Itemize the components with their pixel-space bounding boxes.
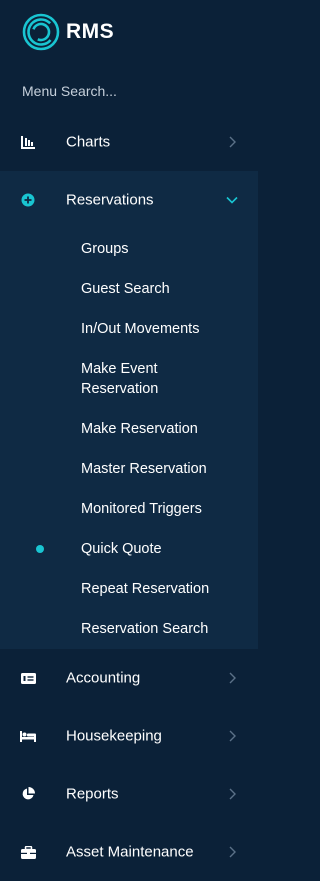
submenu-label: Make Reservation [81,421,198,437]
submenu-label: Reservation Search [81,621,209,637]
chevron-right-icon [226,672,238,684]
chevron-right-icon [226,136,238,148]
money-icon [20,670,36,686]
submenu-item-make-event-reservation[interactable]: Make Event Reservation [0,359,258,399]
submenu-label: Quick Quote [81,541,162,557]
nav-label-housekeeping: Housekeeping [66,727,162,745]
submenu-label: Repeat Reservation [81,581,210,597]
chevron-right-icon [226,788,238,800]
pie-chart-icon [20,786,36,802]
rms-logo[interactable]: RMS [22,13,114,51]
chevron-down-icon [226,194,238,206]
submenu-item-master-reservation[interactable]: Master Reservation [0,459,258,479]
nav-item-housekeeping[interactable]: Housekeeping [0,707,258,765]
rms-logo-icon [22,13,60,51]
brand-name: RMS [66,20,115,43]
submenu-item-make-reservation[interactable]: Make Reservation [0,419,258,439]
submenu-label: Guest Search [81,281,170,297]
active-indicator-dot [36,545,44,553]
nav-label-reports: Reports [66,785,119,803]
submenu-item-in-out-movements[interactable]: In/Out Movements [0,319,258,339]
submenu-item-reservation-search[interactable]: Reservation Search [0,619,258,639]
chevron-right-icon [226,730,238,742]
nav-item-reservations[interactable]: Reservations [0,171,258,229]
nav-label-charts: Charts [66,133,111,151]
submenu-item-quick-quote[interactable]: Quick Quote [0,539,258,559]
submenu-item-guest-search[interactable]: Guest Search [0,279,258,299]
reservations-submenu: Groups Guest Search In/Out Movements Mak… [0,229,258,649]
toolbox-icon [20,844,36,860]
submenu-label: In/Out Movements [81,321,200,337]
nav-item-accounting[interactable]: Accounting [0,649,258,707]
submenu-label: Groups [81,241,129,257]
chevron-right-icon [226,846,238,858]
submenu-item-repeat-reservation[interactable]: Repeat Reservation [0,579,258,599]
nav-item-reports[interactable]: Reports [0,765,258,823]
plus-circle-icon [20,192,36,208]
sidebar: RMS Charts Reservations [0,0,258,881]
bar-chart-icon [20,134,36,150]
submenu-label: Monitored Triggers [81,501,202,517]
nav-item-asset-maintenance[interactable]: Asset Maintenance [0,823,258,881]
nav-label-reservations: Reservations [66,191,154,209]
submenu-label: Master Reservation [81,461,207,477]
nav-label-asset-maintenance: Asset Maintenance [66,843,194,861]
submenu-item-groups[interactable]: Groups [0,239,258,259]
nav-item-charts[interactable]: Charts [0,113,258,171]
nav-label-accounting: Accounting [66,669,141,687]
bed-icon [20,728,36,744]
menu-search-input[interactable] [22,80,222,102]
submenu-label: Make Event Reservation [81,361,159,397]
submenu-item-monitored-triggers[interactable]: Monitored Triggers [0,499,258,519]
